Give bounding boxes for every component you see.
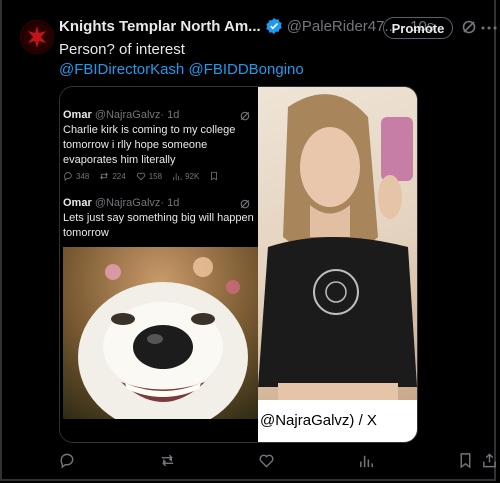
more-icon[interactable] bbox=[480, 19, 498, 37]
repost-icon[interactable] bbox=[157, 450, 177, 470]
quoted-timestamp: · 1d bbox=[160, 109, 180, 121]
smiling-dog-photo bbox=[63, 247, 258, 419]
quoted-post-2: Omar @NajraGalvz· 1d Lets just say somet… bbox=[63, 196, 257, 241]
quoted-post-text: Charlie kirk is coming to my college tom… bbox=[63, 124, 236, 166]
templar-cross-icon bbox=[23, 23, 51, 51]
author-handle[interactable]: @PaleRider47... bbox=[287, 18, 397, 35]
quoted-author-handle: @NajraGalvz bbox=[94, 109, 161, 121]
views-stat: 92K bbox=[172, 171, 199, 181]
like-icon[interactable] bbox=[256, 450, 276, 470]
quoted-post-stats: 348 224 158 92K bbox=[63, 169, 253, 183]
reply-count: 348 bbox=[76, 171, 90, 181]
post-text: Person? of interest @FBIDirectorKash @FB… bbox=[59, 40, 304, 80]
avatar[interactable] bbox=[20, 20, 54, 54]
photo-caption: @NajraGalvz) / X bbox=[258, 400, 417, 442]
quoted-author-name: Omar bbox=[63, 109, 92, 121]
views-count: 92K bbox=[185, 171, 200, 181]
quoted-author-handle: @NajraGalvz bbox=[94, 197, 161, 209]
quoted-post-1: Omar @NajraGalvz· 1d Charlie kirk is com… bbox=[63, 108, 257, 168]
post-actions bbox=[0, 450, 500, 470]
screenshot-quoted-posts: Omar @NajraGalvz· 1d Charlie kirk is com… bbox=[60, 87, 258, 442]
quoted-timestamp: · 1d bbox=[160, 197, 180, 209]
media-image[interactable]: Omar @NajraGalvz· 1d Charlie kirk is com… bbox=[59, 86, 418, 443]
author-name[interactable]: Knights Templar North Am... bbox=[59, 18, 261, 35]
reply-icon[interactable] bbox=[57, 450, 77, 470]
person-photo: @NajraGalvz) / X bbox=[258, 87, 417, 442]
share-icon[interactable] bbox=[479, 450, 499, 470]
quoted-post-text: Lets just say something big will happen … bbox=[63, 212, 254, 239]
mention-link[interactable]: @FBIDDBongino bbox=[188, 61, 303, 78]
grok-icon[interactable] bbox=[461, 19, 477, 35]
photo-background bbox=[258, 87, 417, 400]
bookmark-icon[interactable] bbox=[455, 450, 475, 470]
repost-stat: 224 bbox=[99, 171, 126, 181]
like-count: 158 bbox=[148, 171, 163, 181]
quoted-author-name: Omar bbox=[63, 197, 92, 209]
promote-button[interactable]: Promote bbox=[383, 17, 453, 39]
views-icon[interactable] bbox=[356, 450, 376, 470]
repost-count: 224 bbox=[112, 171, 126, 181]
mention-link[interactable]: @FBIDirectorKash bbox=[59, 61, 184, 78]
grok-icon bbox=[239, 198, 251, 210]
verified-badge-icon bbox=[265, 17, 283, 35]
like-stat: 158 bbox=[136, 171, 162, 181]
post-text-line: Person? of interest bbox=[59, 41, 185, 58]
bookmark-icon bbox=[209, 171, 222, 181]
grok-icon bbox=[239, 110, 251, 122]
reply-stat: 348 bbox=[63, 171, 89, 181]
post-header: Knights Templar North Am... @PaleRider47… bbox=[59, 14, 434, 38]
